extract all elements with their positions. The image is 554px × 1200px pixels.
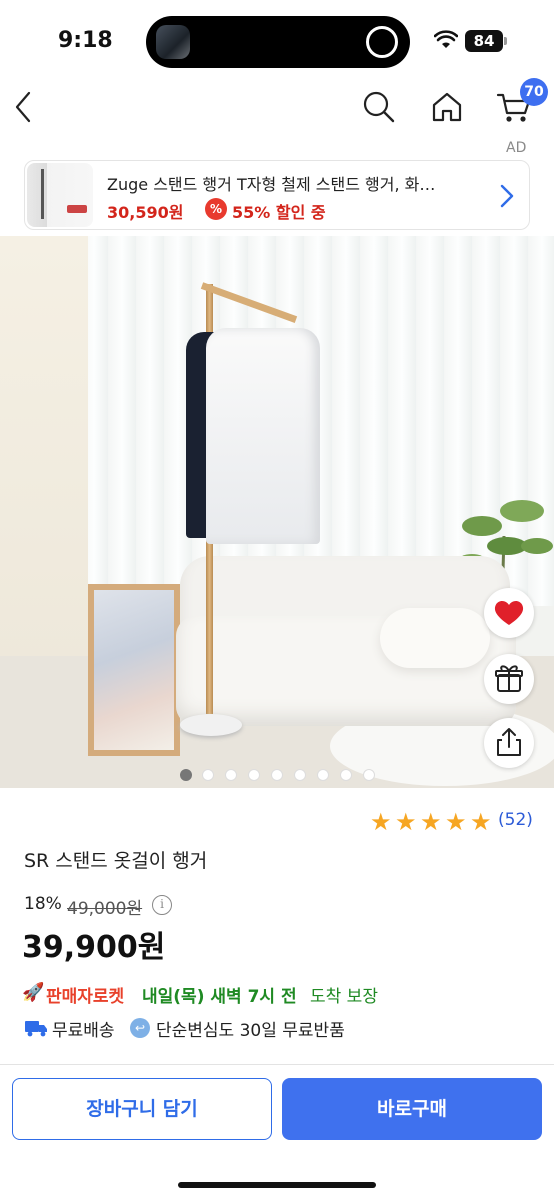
rocket-badge-label: 판매자로켓 xyxy=(46,987,125,1007)
share-button[interactable] xyxy=(484,718,534,768)
image-fur-throw xyxy=(380,608,490,668)
product-title: SR 스탠드 옷걸이 행거 xyxy=(24,850,208,872)
return-icon: ↩ xyxy=(130,1018,150,1038)
star-icon: ★ xyxy=(395,808,417,836)
thumbnail-rack xyxy=(41,169,44,219)
top-nav xyxy=(0,80,554,138)
wifi-icon xyxy=(434,30,458,48)
add-to-cart-button[interactable]: 장바구니 담기 xyxy=(12,1078,272,1140)
rocket-icon: 🚀 xyxy=(22,982,45,1003)
ad-product-thumbnail xyxy=(27,163,93,227)
truck-icon xyxy=(25,1021,47,1037)
pagination-dot[interactable] xyxy=(248,769,260,781)
status-time: 9:18 xyxy=(58,28,113,53)
thumbnail-object xyxy=(67,205,87,213)
back-chevron-icon[interactable] xyxy=(12,90,34,124)
info-icon[interactable]: i xyxy=(152,895,172,915)
image-art-frame xyxy=(88,584,180,756)
status-bar: 9:18 84 xyxy=(0,0,554,80)
cart-count-badge: 70 xyxy=(520,78,548,106)
discount-percent-icon: % xyxy=(205,198,227,220)
pagination-dot[interactable] xyxy=(340,769,352,781)
ad-label: AD xyxy=(506,140,527,156)
star-icon: ★ xyxy=(445,808,467,836)
gift-icon xyxy=(495,665,523,692)
sale-price: 39,900원 xyxy=(22,930,166,965)
arrival-time: 내일(목) 새벽 7시 전 xyxy=(142,987,297,1007)
ad-product-price: 30,590원 xyxy=(107,203,184,222)
chevron-right-icon xyxy=(500,184,514,208)
pagination-dot[interactable] xyxy=(202,769,214,781)
pagination-dot[interactable] xyxy=(363,769,375,781)
pagination-dot[interactable] xyxy=(294,769,306,781)
ad-discount-text: 55% 할인 중 xyxy=(232,203,326,222)
ad-product-title: Zuge 스탠드 행거 T자형 철제 스탠드 행거, 화… xyxy=(107,175,436,194)
free-shipping-label: 무료배송 xyxy=(52,1021,115,1041)
dynamic-island xyxy=(146,16,410,68)
pagination-dot[interactable] xyxy=(271,769,283,781)
battery-tip xyxy=(504,37,507,45)
activity-ring-icon xyxy=(366,26,398,58)
home-icon[interactable] xyxy=(430,90,464,124)
return-policy-label: 단순변심도 30일 무료반품 xyxy=(156,1021,345,1041)
pagination-dot[interactable] xyxy=(225,769,237,781)
bottom-bar-divider xyxy=(0,1064,554,1065)
pagination-dot[interactable] xyxy=(317,769,329,781)
discount-rate: 18% xyxy=(24,894,62,914)
sponsored-product-banner[interactable]: Zuge 스탠드 행거 T자형 철제 스탠드 행거, 화… 30,590원 % … xyxy=(24,160,530,230)
star-icon: ★ xyxy=(470,808,492,836)
heart-icon xyxy=(494,600,524,625)
arrival-guarantee: 도착 보장 xyxy=(310,987,378,1007)
product-image-gallery[interactable] xyxy=(0,236,554,788)
image-art-canvas xyxy=(94,590,174,750)
wishlist-button[interactable] xyxy=(484,588,534,638)
now-playing-thumbnail xyxy=(156,25,190,59)
battery-icon: 84 xyxy=(465,30,503,52)
original-price: 49,000원 xyxy=(67,899,143,919)
star-icon: ★ xyxy=(420,808,442,836)
pagination-dot[interactable] xyxy=(180,769,192,781)
share-icon xyxy=(497,728,521,756)
hanger-base xyxy=(180,714,242,736)
buy-now-button[interactable]: 바로구매 xyxy=(282,1078,542,1140)
review-count-link[interactable]: (52) xyxy=(498,810,533,830)
home-indicator xyxy=(178,1182,376,1188)
gift-button[interactable] xyxy=(484,654,534,704)
image-white-shirt xyxy=(206,328,320,544)
search-icon[interactable] xyxy=(362,90,396,124)
star-icon: ★ xyxy=(370,808,392,836)
